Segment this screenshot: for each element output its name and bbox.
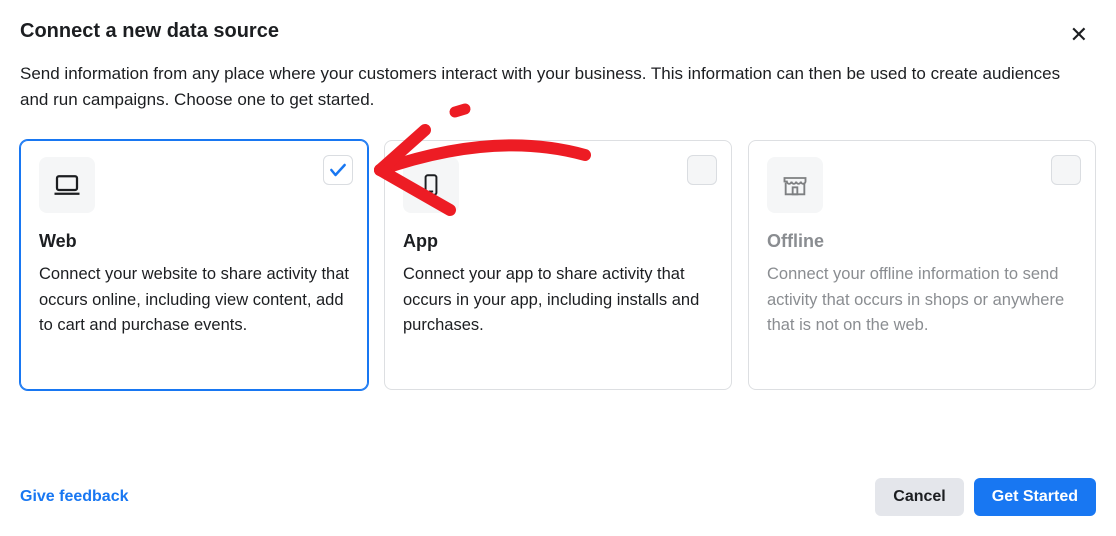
option-card-app[interactable]: App Connect your app to share activity t…: [384, 140, 732, 390]
card-icon-wrap-web: [39, 157, 95, 213]
option-card-web[interactable]: Web Connect your website to share activi…: [20, 140, 368, 390]
option-card-offline[interactable]: Offline Connect your offline information…: [748, 140, 1096, 390]
laptop-icon: [52, 170, 82, 200]
check-indicator-web: [323, 155, 353, 185]
card-title-offline: Offline: [767, 231, 1077, 252]
cancel-button[interactable]: Cancel: [875, 478, 963, 516]
card-title-web: Web: [39, 231, 349, 252]
get-started-button[interactable]: Get Started: [974, 478, 1096, 516]
card-icon-wrap-app: [403, 157, 459, 213]
card-desc-app: Connect your app to share activity that …: [403, 262, 713, 339]
card-icon-wrap-offline: [767, 157, 823, 213]
data-source-options: Web Connect your website to share activi…: [20, 140, 1096, 390]
check-indicator-app: [687, 155, 717, 185]
check-indicator-offline: [1051, 155, 1081, 185]
card-title-app: App: [403, 231, 713, 252]
give-feedback-link[interactable]: Give feedback: [20, 488, 129, 506]
dialog-description: Send information from any place where yo…: [20, 61, 1080, 112]
card-desc-web: Connect your website to share activity t…: [39, 262, 349, 339]
close-button[interactable]: ✕: [1062, 20, 1096, 50]
checkmark-icon: [328, 160, 348, 180]
mobile-icon: [418, 172, 444, 198]
store-icon: [781, 171, 809, 199]
card-desc-offline: Connect your offline information to send…: [767, 262, 1077, 339]
dialog-title: Connect a new data source: [20, 20, 279, 43]
